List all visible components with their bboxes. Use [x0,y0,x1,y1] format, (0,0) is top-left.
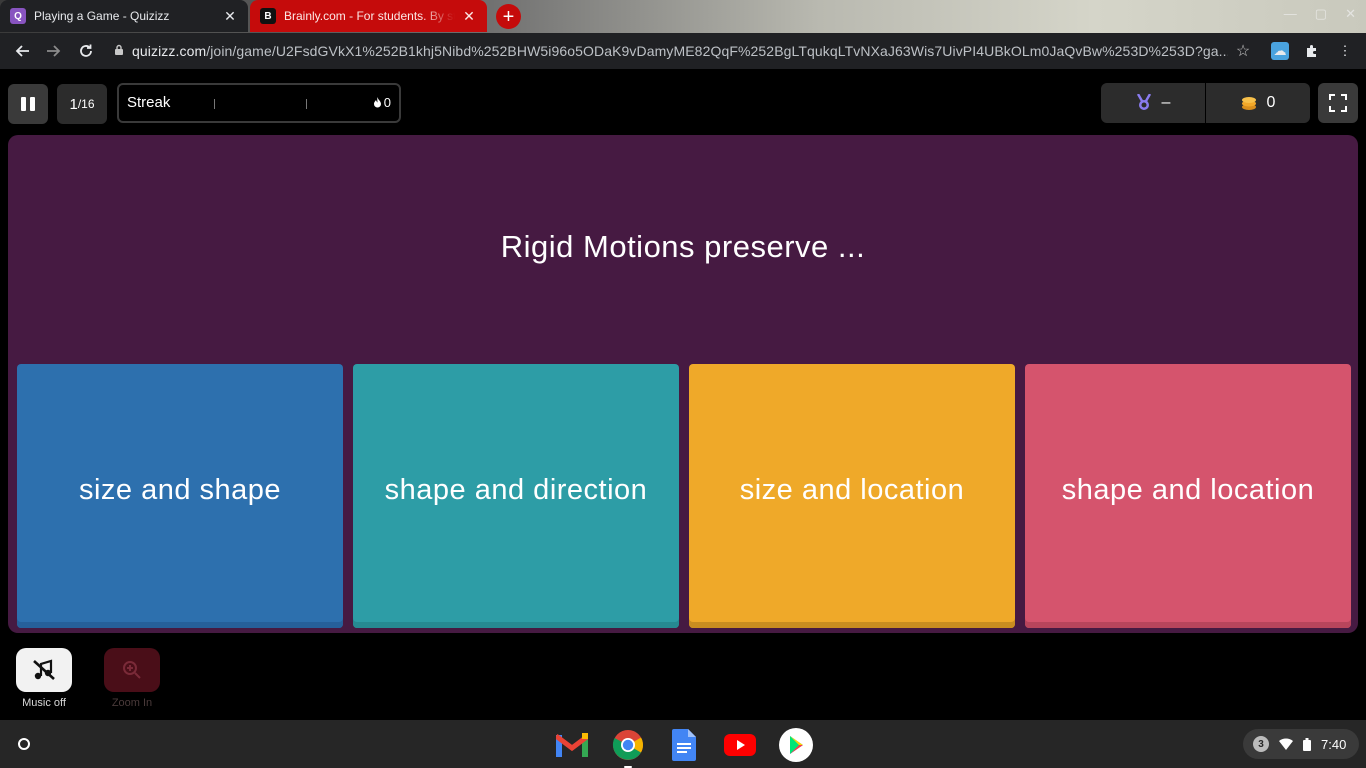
os-shelf: 3 7:40 [0,720,1366,768]
answer-label: shape and location [1061,473,1315,506]
brainly-favicon-icon: B [260,8,276,24]
pause-button[interactable] [8,84,48,124]
streak-bar: Streak 0 [117,83,401,123]
game-header: 1/16 Streak 0 – 0 [0,69,1366,136]
close-window-icon[interactable]: ✕ [1345,6,1356,22]
music-toggle-button[interactable] [16,648,72,692]
zoom-label: Zoom In [111,697,153,709]
lock-icon[interactable] [114,44,132,59]
answer-option-1[interactable]: size and shape [17,364,343,628]
docs-icon[interactable] [667,728,701,762]
coins-display: 0 [1206,83,1310,123]
streak-divider [214,99,215,109]
zoom-in-icon [123,661,141,679]
address-bar[interactable]: quizizz.com/join/game/U2FsdGVkX1%252B1kh… [108,36,1258,66]
clock-time: 7:40 [1321,736,1347,752]
answer-option-2[interactable]: shape and direction [353,364,679,628]
browser-menu-icon[interactable]: ⋮ [1336,42,1354,60]
medal-icon [1136,94,1151,110]
notification-badge: 3 [1253,736,1269,752]
browser-toolbar: quizizz.com/join/game/U2FsdGVkX1%252B1kh… [0,33,1366,69]
back-arrow-icon[interactable] [6,35,38,67]
rank-display: – [1101,83,1205,123]
gmail-icon[interactable] [555,728,589,762]
window-controls: — ▢ ✕ [1284,6,1356,22]
system-tray[interactable]: 3 7:40 [1243,729,1359,759]
pause-icon [21,97,35,111]
browser-tab-strip: Q Playing a Game - Quizizz ✕ B Brainly.c… [0,0,1366,33]
maximize-icon[interactable]: ▢ [1315,6,1327,22]
reload-icon[interactable] [70,35,102,67]
answer-label: size and shape [78,473,282,506]
launcher-icon[interactable] [9,729,39,759]
answer-label: shape and direction [384,473,648,506]
extension-cloud-icon[interactable]: ☁ [1271,42,1289,60]
battery-icon [1303,737,1311,751]
minimize-icon[interactable]: — [1284,6,1297,22]
music-label: Music off [22,697,66,709]
fullscreen-button[interactable] [1318,83,1358,123]
forward-arrow-icon[interactable] [38,35,70,67]
answer-option-4[interactable]: shape and location [1025,364,1351,628]
answer-option-3[interactable]: size and location [689,364,1015,628]
tab-brainly[interactable]: B Brainly.com - For students. By student… [250,0,487,32]
chrome-icon[interactable] [611,728,645,768]
question-card: Rigid Motions preserve ... size and shap… [8,135,1358,633]
question-text: Rigid Motions preserve ... [500,229,866,264]
tab-title: Brainly.com - For students. By students. [284,9,455,23]
streak-count: 0 [373,95,391,110]
play-store-icon[interactable] [779,728,813,762]
bookmark-star-icon[interactable]: ☆ [1228,41,1258,61]
zoom-in-button[interactable] [104,648,160,692]
wifi-icon [1279,738,1293,750]
tab-title: Playing a Game - Quizizz [34,9,170,23]
streak-divider [306,99,307,109]
answer-label: size and location [739,473,965,506]
youtube-icon[interactable] [723,728,757,762]
streak-label: Streak [127,94,171,111]
new-tab-button[interactable]: + [496,4,521,29]
fullscreen-icon [1329,94,1347,112]
tab-quizizz[interactable]: Q Playing a Game - Quizizz ✕ [0,0,248,32]
flame-icon [373,97,381,108]
close-tab-icon[interactable]: ✕ [461,8,477,24]
url-text: quizizz.com/join/game/U2FsdGVkX1%252B1kh… [132,43,1228,59]
close-tab-icon[interactable]: ✕ [222,8,238,24]
question-counter: 1/16 [57,84,107,124]
coins-icon [1241,97,1256,110]
quizizz-favicon-icon: Q [10,8,26,24]
extensions-puzzle-icon[interactable] [1303,42,1321,60]
music-off-icon [33,659,55,680]
